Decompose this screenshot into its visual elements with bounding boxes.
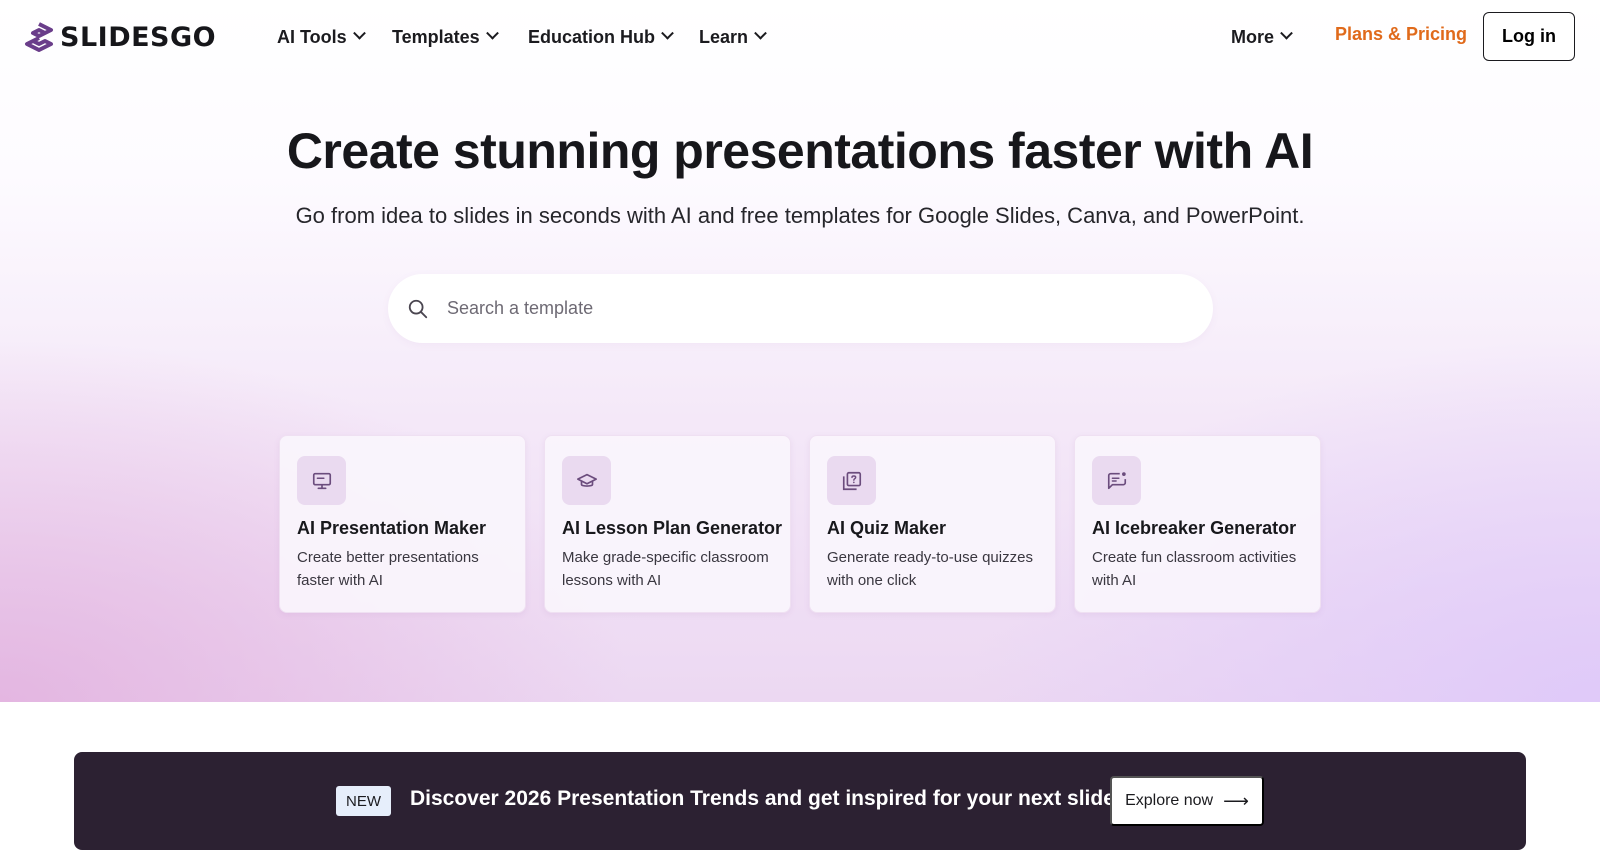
- logo-text: SLIDESGO: [60, 21, 217, 53]
- chevron-down-icon: [352, 26, 366, 40]
- card-description: Generate ready-to-use quizzes with one c…: [827, 549, 1033, 589]
- search-input[interactable]: [447, 298, 1167, 319]
- login-button[interactable]: Log in: [1483, 12, 1575, 61]
- page-title: Create stunning presentations faster wit…: [286, 123, 1314, 179]
- arrow-right-icon: ⟶: [1223, 790, 1249, 811]
- chevron-down-icon: [661, 26, 674, 40]
- site-header: SLIDESGO AI Tools Templates Education Hu…: [0, 0, 1600, 74]
- nav-templates[interactable]: Templates: [392, 24, 499, 50]
- nav-more[interactable]: More: [1231, 24, 1293, 50]
- chevron-down-icon: [754, 26, 767, 40]
- nav-education-hub[interactable]: Education Hub: [528, 24, 674, 50]
- monitor-icon: [312, 472, 331, 489]
- new-badge: NEW: [336, 786, 391, 816]
- nav-education-hub-label: Education Hub: [528, 26, 655, 47]
- logo[interactable]: SLIDESGO: [24, 21, 216, 53]
- plans-pricing-link[interactable]: Plans & Pricing: [1335, 24, 1467, 45]
- card-title: AI Quiz Maker: [827, 518, 947, 538]
- slidesgo-logo-icon: [25, 22, 53, 52]
- chat-bubble-icon: [1107, 471, 1126, 489]
- tool-card-icebreaker-generator[interactable]: AI Icebreaker Generator Create fun class…: [1074, 435, 1321, 613]
- card-description: Create fun classroom activities with AI: [1092, 549, 1297, 589]
- card-title: AI Lesson Plan Generator: [562, 518, 783, 538]
- nav-templates-label: Templates: [392, 26, 480, 47]
- nav-more-label: More: [1231, 26, 1275, 47]
- card-icon-box: [297, 456, 346, 505]
- banner-text: Discover 2026 Presentation Trends and ge…: [410, 787, 1127, 810]
- search-bar[interactable]: [388, 274, 1213, 343]
- page-subtitle: Go from idea to slides in seconds with A…: [295, 203, 1305, 228]
- card-icon-box: [827, 456, 876, 505]
- tool-card-lesson-plan-generator[interactable]: AI Lesson Plan Generator Make grade-spec…: [544, 435, 791, 613]
- nav-learn[interactable]: Learn: [699, 24, 767, 50]
- explore-now-label: Explore now: [1125, 792, 1214, 809]
- tool-card-presentation-maker[interactable]: AI Presentation Maker Create better pres…: [279, 435, 526, 613]
- card-icon-box: [562, 456, 611, 505]
- card-title: AI Presentation Maker: [297, 518, 487, 538]
- explore-now-button[interactable]: Explore now ⟶: [1110, 776, 1264, 826]
- card-description: Create better presentations faster with …: [297, 549, 479, 589]
- quiz-icon: [842, 471, 861, 490]
- graduation-cap-icon: [576, 473, 597, 487]
- promo-banner: NEW Discover 2026 Presentation Trends an…: [74, 752, 1526, 850]
- hero-section: [0, 0, 1600, 702]
- search-icon: [408, 299, 428, 318]
- nav-ai-tools[interactable]: AI Tools: [277, 24, 366, 50]
- chevron-down-icon: [1280, 26, 1293, 40]
- card-icon-box: [1092, 456, 1141, 505]
- nav-ai-tools-label: AI Tools: [277, 26, 347, 47]
- tool-card-quiz-maker[interactable]: AI Quiz Maker Generate ready-to-use quiz…: [809, 435, 1056, 613]
- nav-learn-label: Learn: [699, 26, 749, 47]
- chevron-down-icon: [485, 26, 499, 40]
- card-title: AI Icebreaker Generator: [1092, 518, 1297, 538]
- card-description: Make grade-specific classroom lessons wi…: [562, 549, 769, 589]
